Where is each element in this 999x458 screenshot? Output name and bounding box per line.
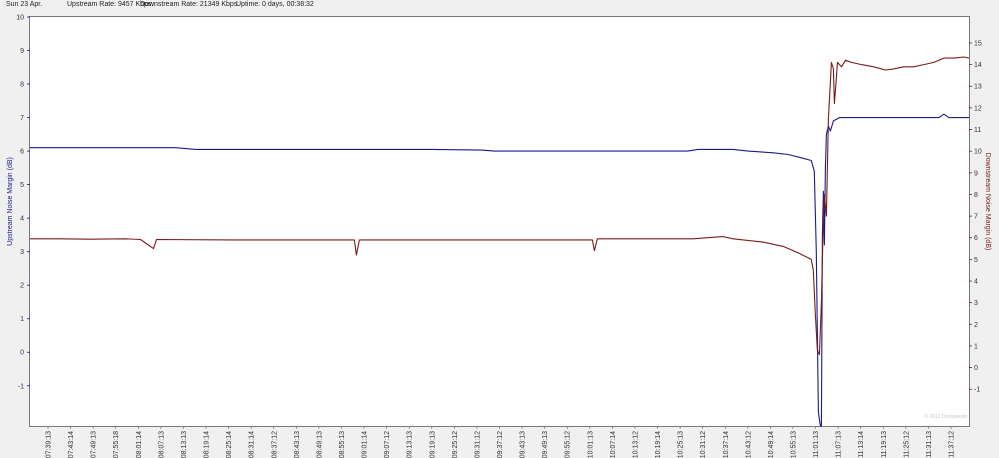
x-axis-tick-label: 10:13:12 [632, 431, 639, 458]
x-axis-tick-label: 11:31:13 [926, 431, 933, 458]
x-axis-tick-label: 09:37:12 [497, 431, 504, 458]
right-axis-tick-label: 8 [974, 192, 978, 199]
x-axis-tick-label: 09:19:13 [429, 431, 436, 458]
right-axis-tick-label: 15 [974, 40, 982, 47]
left-axis-tick-label: 10 [16, 15, 24, 22]
downstream-noise-margin-line [30, 56, 970, 356]
x-axis-tick-label: 10:49:14 [768, 431, 775, 458]
x-axis-tick-label: 11:13:14 [858, 431, 865, 458]
x-axis-tick-label: 07:49:13 [91, 431, 98, 458]
x-axis-tick-label: 10:43:12 [745, 431, 752, 458]
left-axis-tick-label: 8 [20, 82, 24, 89]
x-axis-tick-label: 10:55:13 [790, 431, 797, 458]
x-axis-tick-label: 07:43:14 [68, 431, 75, 458]
right-axis-tick-label: 11 [974, 127, 981, 134]
x-axis-tick-label: 09:25:12 [452, 431, 459, 458]
right-axis-tick-label: 5 [974, 257, 978, 264]
right-axis-tick-label: -1 [974, 387, 980, 394]
left-axis-tick-label: 7 [20, 115, 24, 122]
right-axis-tick-label: 3 [974, 300, 978, 307]
noise-margin-chart: -1012345678910-10123456789101112131415Up… [7, 15, 991, 458]
left-axis-tick-label: 9 [20, 48, 24, 55]
x-axis-tick-label: 08:37:12 [271, 431, 278, 458]
left-axis-tick-label: 3 [20, 249, 24, 256]
x-axis-tick-label: 11:37:12 [949, 431, 956, 458]
right-axis-tick-label: 10 [974, 149, 982, 156]
x-axis-tick-label: 08:01:14 [136, 431, 143, 458]
x-axis-tick-label: 09:49:13 [542, 431, 549, 458]
right-axis-tick-label: 1 [974, 343, 978, 350]
x-axis-tick-label: 09:55:12 [565, 431, 572, 458]
left-axis-tick-label: 0 [20, 350, 24, 357]
x-axis-tick-label: 10:01:13 [587, 431, 594, 458]
x-axis-tick-label: 10:37:14 [723, 431, 730, 458]
x-axis-tick-label: 08:55:13 [339, 431, 346, 458]
x-axis-tick-label: 08:31:14 [249, 431, 256, 458]
x-axis-tick-label: 07:39:13 [46, 431, 53, 458]
x-axis-tick-label: 09:13:13 [407, 431, 414, 458]
x-axis-tick-label: 11:25:12 [903, 431, 910, 458]
x-axis-tick-label: 10:07:14 [610, 431, 617, 458]
left-axis-tick-label: 4 [20, 216, 24, 223]
right-axis-tick-label: 7 [974, 214, 978, 221]
left-axis-tick-label: -1 [18, 383, 24, 390]
x-axis-tick-label: 10:31:12 [700, 431, 707, 458]
x-axis-tick-label: 08:43:13 [294, 431, 301, 458]
x-axis-tick-label: 10:19:14 [655, 431, 662, 458]
right-axis-tick-label: 9 [974, 170, 978, 177]
x-axis-tick-label: 08:25:14 [226, 431, 233, 458]
x-axis-tick-label: 07:55:18 [113, 431, 120, 458]
x-axis-tick-label: 08:19:14 [204, 431, 211, 458]
x-axis-tick-label: 09:07:12 [384, 431, 391, 458]
left-axis-tick-label: 5 [20, 182, 24, 189]
x-axis-tick-label: 11:19:13 [881, 431, 888, 458]
left-axis-tick-label: 1 [20, 316, 24, 323]
right-axis-tick-label: 13 [974, 84, 982, 91]
right-axis-tick-label: 0 [974, 365, 978, 372]
left-axis-title: Upstream Noise Margin (dB) [7, 157, 14, 246]
x-axis-tick-label: 11:01:13 [813, 431, 820, 458]
right-axis-tick-label: 14 [974, 62, 982, 69]
right-axis-tick-label: 6 [974, 235, 978, 242]
x-axis-tick-label: 08:07:13 [158, 431, 165, 458]
right-axis-tick-label: 12 [974, 105, 982, 112]
x-axis-tick-label: 09:43:13 [520, 431, 527, 458]
right-axis-tick-label: 2 [974, 322, 978, 329]
right-axis-tick-label: 4 [974, 279, 978, 286]
x-axis-tick-label: 11:07:13 [836, 431, 843, 458]
upstream-noise-margin-line [30, 113, 969, 427]
left-axis-tick-label: 2 [20, 283, 24, 290]
right-axis-title: Downstream Noise Margin (dB) [984, 153, 991, 251]
x-axis-tick-label: 09:31:12 [474, 431, 481, 458]
x-axis-tick-label: 09:01:14 [362, 431, 369, 458]
left-axis-tick-label: 6 [20, 149, 24, 156]
watermark-text: © 2012 Dezspeeds [924, 413, 967, 420]
x-axis-tick-label: 08:49:13 [316, 431, 323, 458]
x-axis-tick-label: 08:13:13 [181, 431, 188, 458]
x-axis-tick-label: 10:25:13 [678, 431, 685, 458]
